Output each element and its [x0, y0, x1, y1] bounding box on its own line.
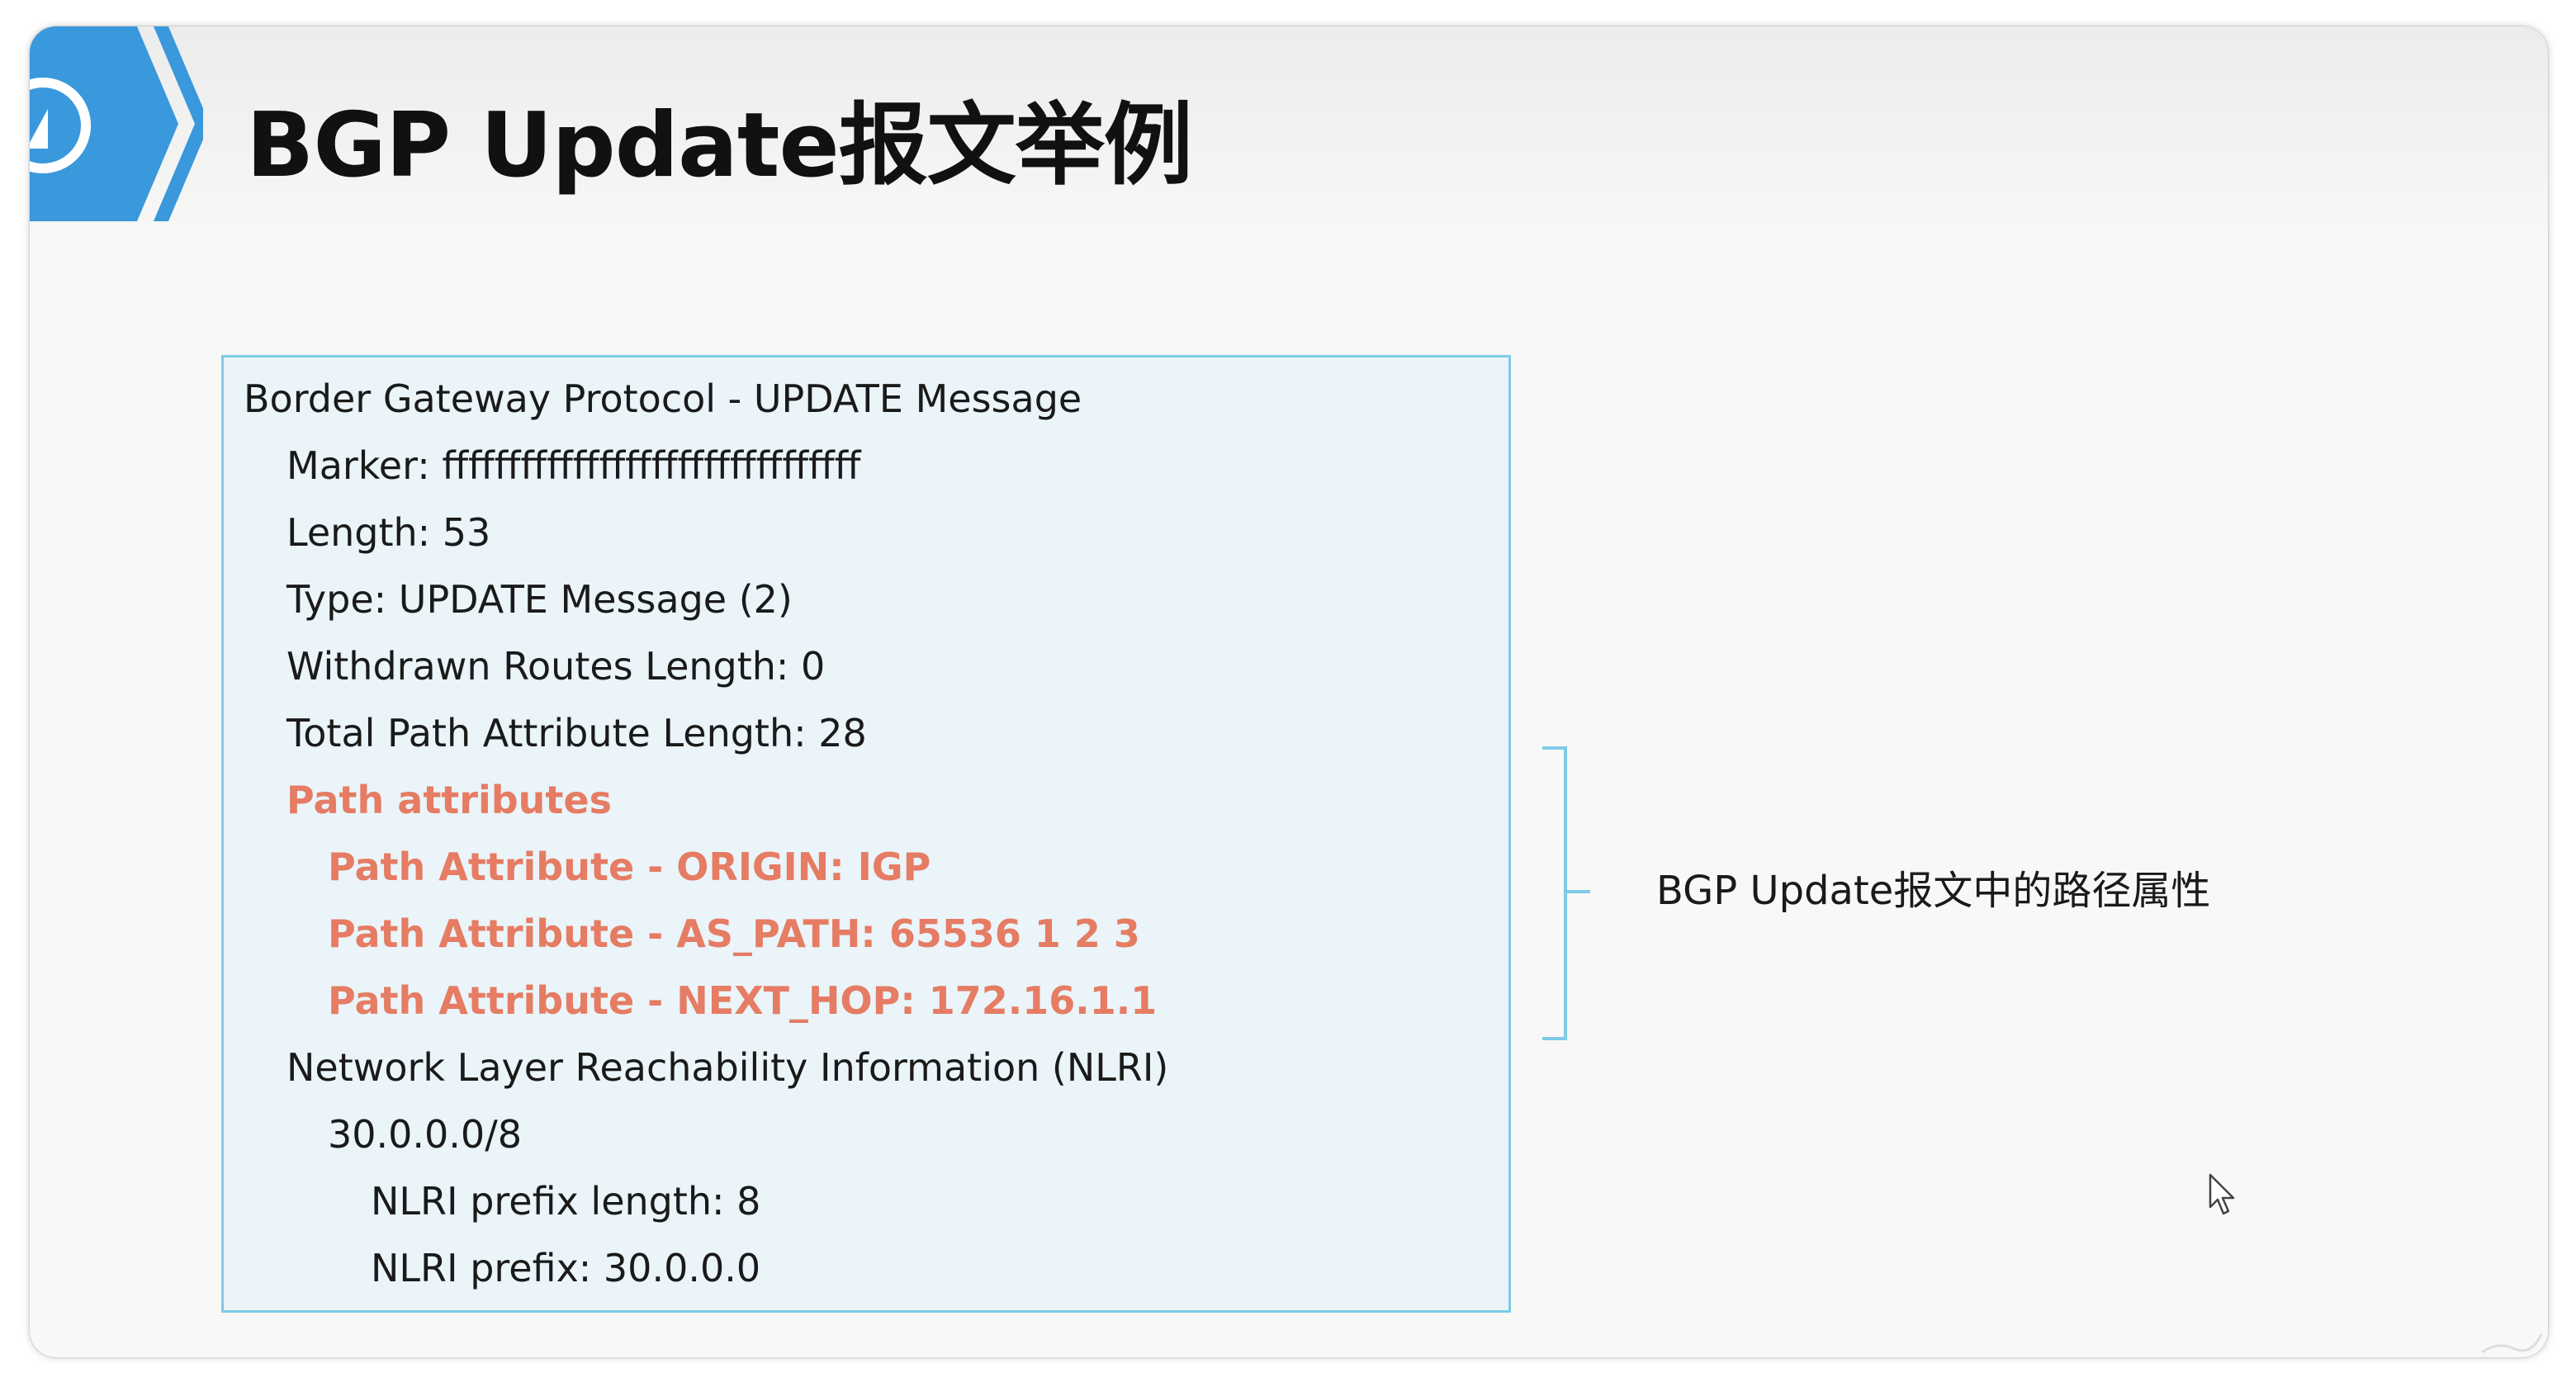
- packet-line-origin: Path Attribute - ORIGIN: IGP: [328, 845, 931, 889]
- packet-line-withdrawn: Withdrawn Routes Length: 0: [286, 644, 826, 689]
- slide-frame: BGP Update报文举例 Border Gateway Protocol -…: [30, 26, 2548, 1357]
- packet-line-header: Border Gateway Protocol - UPDATE Message: [244, 376, 1082, 421]
- packet-line-path-attributes: Path attributes: [286, 778, 612, 822]
- packet-line-prefix-length: NLRI prefix length: 8: [371, 1179, 761, 1224]
- packet-detail-box: Border Gateway Protocol - UPDATE Message…: [221, 355, 1511, 1313]
- right-brace-icon: [1541, 745, 1592, 1042]
- packet-line-as-path: Path Attribute - AS_PATH: 65536 1 2 3: [328, 911, 1140, 956]
- packet-line-type: Type: UPDATE Message (2): [286, 577, 793, 622]
- page-title: BGP Update报文举例: [246, 94, 1193, 197]
- mouse-pointer-icon: [2208, 1172, 2241, 1219]
- path-attributes-annotation: BGP Update报文中的路径属性: [1656, 868, 2211, 914]
- packet-line-next-hop: Path Attribute - NEXT_HOP: 172.16.1.1: [328, 978, 1158, 1023]
- packet-line-prefix: 30.0.0.0/8: [328, 1112, 522, 1157]
- chevron-logo-icon: [30, 26, 210, 225]
- packet-line-nlri: Network Layer Reachability Information (…: [286, 1045, 1169, 1090]
- packet-line-length: Length: 53: [286, 510, 491, 555]
- corner-swoosh-icon: [2474, 1324, 2548, 1357]
- packet-line-marker: Marker: ffffffffffffffffffffffffffffffff: [286, 443, 861, 488]
- packet-line-total-path-attr: Total Path Attribute Length: 28: [286, 711, 867, 755]
- packet-line-prefix-value: NLRI prefix: 30.0.0.0: [371, 1246, 761, 1290]
